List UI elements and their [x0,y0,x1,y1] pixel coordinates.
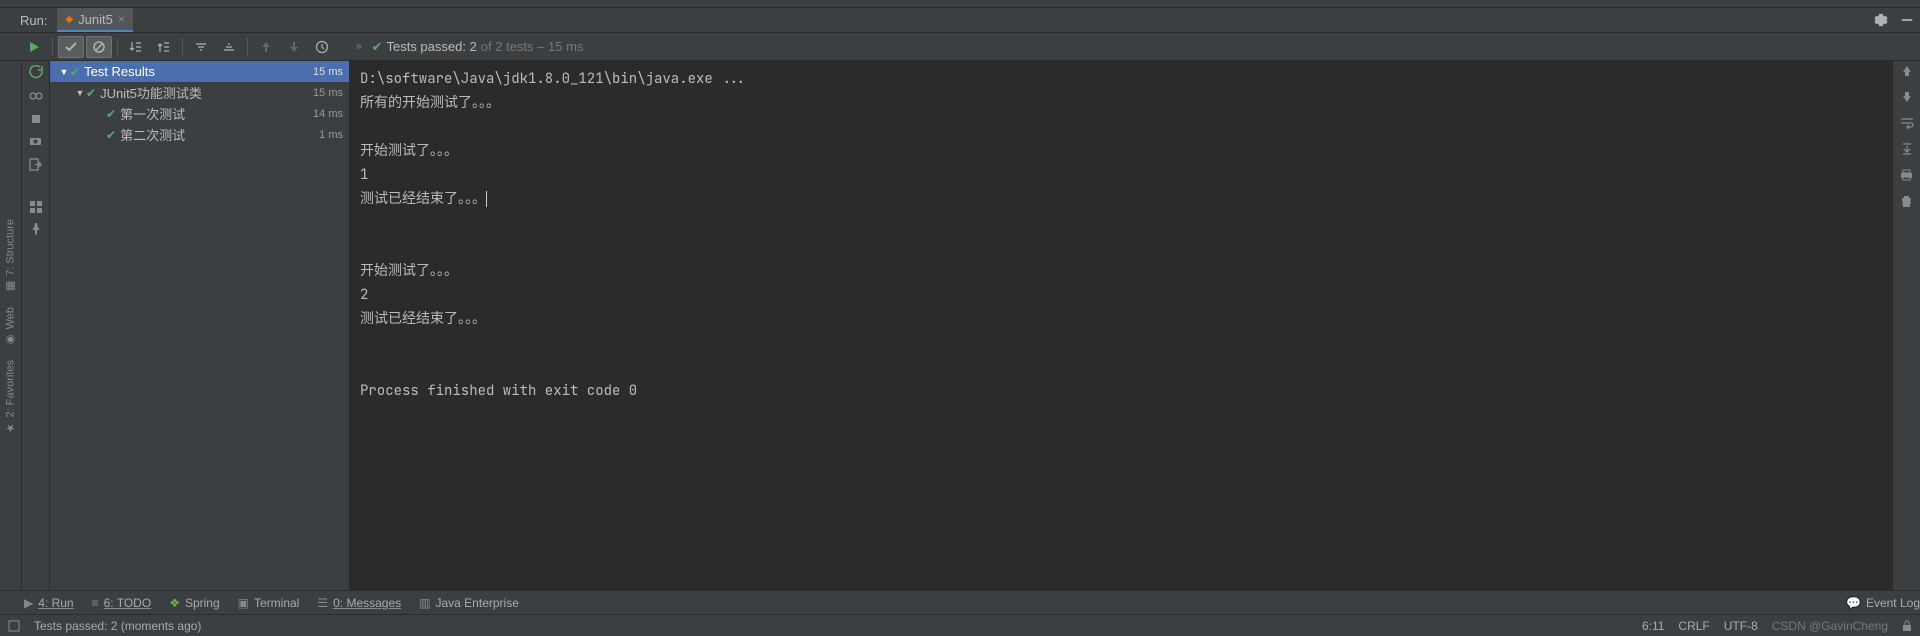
tree-class-time: 15 ms [313,87,343,99]
status-message: Tests passed: 2 (moments ago) [34,619,201,633]
run-icon: ▶ [24,596,33,610]
tree-test-time: 1 ms [319,129,343,141]
tree-test-label: 第一次测试 [120,104,313,123]
expand-all-button[interactable] [188,36,214,58]
run-tab-label: Junit5 [78,12,113,27]
tree-root-label: Test Results [84,64,313,79]
show-ignored-button[interactable] [86,36,112,58]
up-arrow-icon[interactable] [1901,65,1913,77]
toggle-break-icon[interactable] [29,89,43,103]
spring-icon: ❖ [169,596,180,610]
java-ee-icon: ▥ [419,596,430,610]
sort-duration-button[interactable] [151,36,177,58]
pass-icon: ✔ [106,128,116,142]
tree-root-row[interactable]: ▼ ✔ Test Results 15 ms [50,61,349,82]
pass-icon: ✔ [106,107,116,121]
rerun-icon[interactable] [29,65,43,79]
tree-test-time: 14 ms [313,108,343,120]
top-gap [0,0,1920,8]
event-log-icon: 💬 [1846,596,1861,610]
status-icon [8,620,20,632]
tab-run[interactable]: ▶4: Run [24,596,74,610]
separator [117,38,118,56]
main-area: ▦7: Structure ◉Web ★2: Favorites ▼ ✔ Tes… [0,61,1920,590]
left-toolwindow-strip: ▦7: Structure ◉Web ★2: Favorites [0,61,22,590]
tests-summary: » ✔ Tests passed: 2 of 2 tests – 15 ms [356,39,583,55]
tree-class-label: JUnit5功能测试类 [100,83,313,102]
run-tab-junit5[interactable]: ◆ Junit5 × [57,8,132,32]
line-separator[interactable]: CRLF [1678,619,1709,633]
clear-icon[interactable] [1901,195,1912,208]
tab-terminal[interactable]: ▣Terminal [238,596,300,610]
summary-passed: Tests passed: 2 [386,39,476,54]
print-icon[interactable] [1900,169,1913,181]
pass-icon: ✔ [86,86,96,100]
tab-java-ee[interactable]: ▥Java Enterprise [419,596,519,610]
next-failed-button [281,36,307,58]
tree-class-row[interactable]: ▼ ✔ JUnit5功能测试类 15 ms [50,82,349,103]
structure-toolwindow-button[interactable]: ▦7: Structure [4,219,17,293]
separator [182,38,183,56]
close-icon[interactable]: × [118,12,125,26]
tab-spring[interactable]: ❖Spring [169,596,219,610]
tree-test-label: 第二次测试 [120,125,319,144]
test-tree-panel[interactable]: ▼ ✔ Test Results 15 ms ▼ ✔ JUnit5功能测试类 1… [50,61,350,590]
soft-wrap-icon[interactable] [1900,117,1914,129]
web-toolwindow-button[interactable]: ◉Web [4,307,17,346]
watermark: CSDN @GavinCheng [1772,619,1888,633]
sort-alpha-button[interactable] [123,36,149,58]
console-output[interactable]: D:\software\Java\jdk1.8.0_121\bin\java.e… [350,61,1892,590]
file-encoding[interactable]: UTF-8 [1724,619,1758,633]
summary-total: of 2 tests – 15 ms [481,39,584,54]
console-side-actions [1892,61,1920,590]
tab-event-log[interactable]: 💬Event Log [1846,596,1920,610]
caret-position[interactable]: 6:11 [1642,619,1664,633]
tab-messages[interactable]: ☰0: Messages [317,596,401,610]
tab-todo[interactable]: ≡6: TODO [92,596,152,610]
layout-icon[interactable] [30,201,42,213]
terminal-icon: ▣ [238,596,249,610]
dump-icon[interactable] [29,135,42,148]
run-side-actions [22,61,50,590]
settings-icon[interactable] [1868,13,1894,27]
stop-icon[interactable] [30,113,42,125]
prev-failed-button [253,36,279,58]
chevron-right-icon: » [356,41,362,52]
show-passed-button[interactable] [58,36,84,58]
chevron-down-icon[interactable]: ▼ [74,88,86,98]
tree-test-row[interactable]: ✔ 第二次测试 1 ms [50,124,349,145]
favorites-toolwindow-button[interactable]: ★2: Favorites [4,360,17,434]
collapse-all-button[interactable] [216,36,242,58]
minimize-icon[interactable] [1894,13,1920,27]
down-arrow-icon[interactable] [1901,91,1913,103]
todo-icon: ≡ [92,596,99,610]
pin-icon[interactable] [30,223,42,235]
separator [247,38,248,56]
run-toolwindow-header: Run: ◆ Junit5 × [0,8,1920,33]
exit-icon[interactable] [29,158,42,171]
separator [52,38,53,56]
run-label: Run: [0,13,57,28]
lock-icon[interactable] [1902,620,1912,632]
java-class-icon: ◆ [65,14,73,25]
scroll-to-end-icon[interactable] [1901,143,1913,155]
messages-icon: ☰ [317,596,328,610]
chevron-down-icon[interactable]: ▼ [58,67,70,77]
pass-icon: ✔ [70,65,80,79]
rerun-button[interactable] [21,36,47,58]
test-history-button[interactable] [309,36,335,58]
run-toolbar: » ✔ Tests passed: 2 of 2 tests – 15 ms [0,33,1920,61]
tree-root-time: 15 ms [313,66,343,78]
bottom-toolwindow-bar: ▶4: Run ≡6: TODO ❖Spring ▣Terminal ☰0: M… [0,590,1920,614]
tree-test-row[interactable]: ✔ 第一次测试 14 ms [50,103,349,124]
status-bar: Tests passed: 2 (moments ago) 6:11 CRLF … [0,614,1920,636]
check-icon: ✔ [372,39,383,55]
